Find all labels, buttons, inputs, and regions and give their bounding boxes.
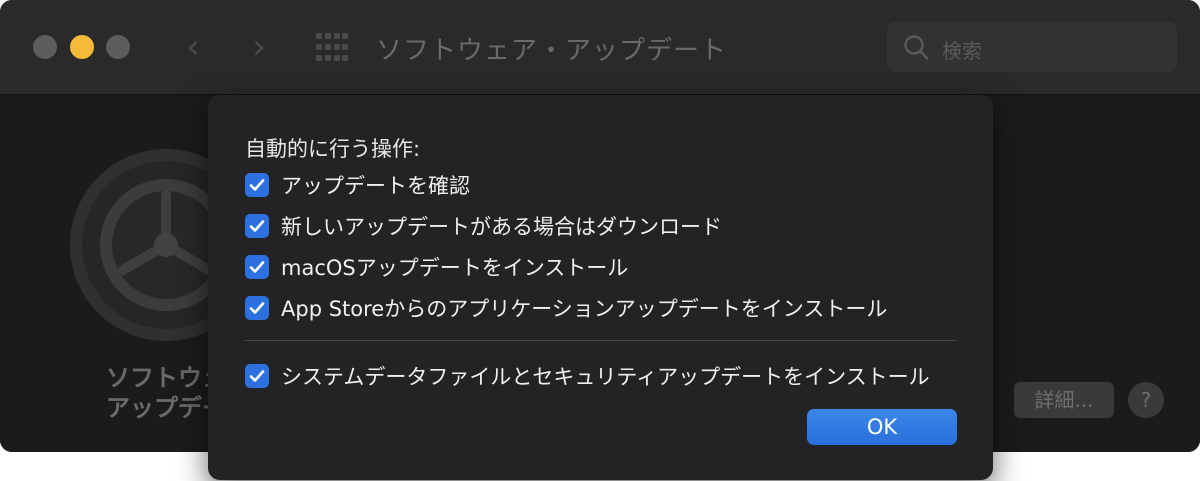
search-placeholder: 検索 xyxy=(942,39,982,63)
search-field[interactable]: 検索 xyxy=(887,22,1177,72)
option-label: macOSアップデートをインストール xyxy=(281,256,629,280)
title-bar: ‹ › ソフトウェア・アップデート 検索 xyxy=(0,0,1200,95)
automatic-updates-sheet: 自動的に行う操作: アップデートを確認 新しいアップデートがある場合はダウンロー… xyxy=(208,95,993,480)
checkbox-install-app-store-updates[interactable] xyxy=(245,296,269,320)
help-button[interactable]: ? xyxy=(1128,382,1164,418)
zoom-window-button[interactable] xyxy=(106,35,130,59)
close-window-button[interactable] xyxy=(33,35,57,59)
details-button[interactable]: 詳細... xyxy=(1014,382,1114,418)
minimize-window-button[interactable] xyxy=(70,35,94,59)
checkmark-icon xyxy=(249,179,265,191)
option-label: システムデータファイルとセキュリティアップデートをインストール xyxy=(281,365,930,389)
checkmark-icon xyxy=(249,261,265,273)
checkbox-install-macos-updates[interactable] xyxy=(245,255,269,279)
option-download-new-updates[interactable]: 新しいアップデートがある場合はダウンロード xyxy=(245,213,722,239)
option-install-macos-updates[interactable]: macOSアップデートをインストール xyxy=(245,254,628,280)
sheet-heading: 自動的に行う操作: xyxy=(245,137,421,161)
checkbox-install-system-data-security[interactable] xyxy=(245,364,269,388)
option-install-system-data-security[interactable]: システムデータファイルとセキュリティアップデートをインストール xyxy=(245,363,930,389)
option-label: App Storeからのアプリケーションアップデートをインストール xyxy=(281,297,888,321)
option-install-app-store-updates[interactable]: App Storeからのアプリケーションアップデートをインストール xyxy=(245,295,887,321)
ok-button[interactable]: OK xyxy=(807,409,957,445)
checkmark-icon xyxy=(249,302,265,314)
divider xyxy=(245,340,957,341)
checkmark-icon xyxy=(249,370,265,382)
checkbox-check-for-updates[interactable] xyxy=(245,173,269,197)
search-icon xyxy=(903,34,929,60)
option-check-for-updates[interactable]: アップデートを確認 xyxy=(245,172,470,198)
option-label: 新しいアップデートがある場合はダウンロード xyxy=(281,215,722,239)
checkbox-download-new-updates[interactable] xyxy=(245,214,269,238)
option-label: アップデートを確認 xyxy=(281,174,470,198)
forward-button[interactable]: › xyxy=(242,30,276,64)
chevron-right-icon: › xyxy=(252,27,266,67)
checkmark-icon xyxy=(249,220,265,232)
back-button[interactable]: ‹ xyxy=(176,30,210,64)
chevron-left-icon: ‹ xyxy=(186,27,200,67)
show-all-grid-icon[interactable] xyxy=(316,33,348,61)
window-title: ソフトウェア・アップデート xyxy=(376,36,728,66)
